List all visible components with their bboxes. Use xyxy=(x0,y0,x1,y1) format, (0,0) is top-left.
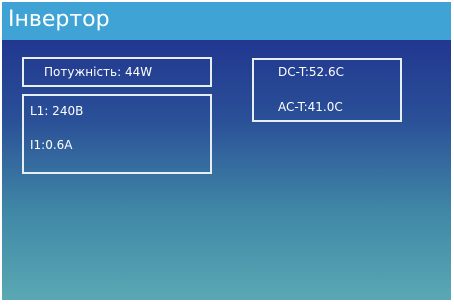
power-panel: Потужність: 44W xyxy=(22,57,212,87)
dc-temperature-value: DC-T:52.6C xyxy=(278,65,344,79)
line-panel: L1: 240В I1:0.6A xyxy=(22,94,212,174)
line-current-value: I1:0.6A xyxy=(30,138,73,152)
temperature-panel: DC-T:52.6C AC-T:41.0C xyxy=(252,58,402,122)
ac-temperature-value: AC-T:41.0C xyxy=(278,100,343,114)
power-value: Потужність: 44W xyxy=(44,65,153,79)
page-title: Інвертор xyxy=(8,7,110,32)
inverter-display: Потужність: 44W L1: 240В I1:0.6A DC-T:52… xyxy=(2,40,451,300)
inverter-screen-frame: Інвертор Потужність: 44W L1: 240В I1:0.6… xyxy=(0,0,454,306)
title-bar: Інвертор xyxy=(2,2,451,40)
line-voltage-value: L1: 240В xyxy=(30,104,84,118)
